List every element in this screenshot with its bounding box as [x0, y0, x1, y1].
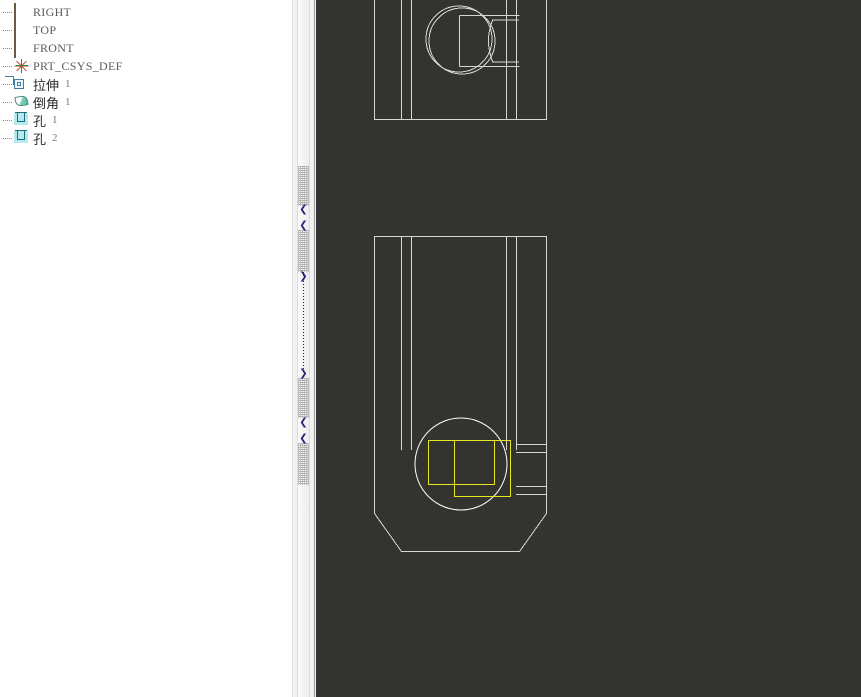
graphics-window[interactable]: 野火论坛 www.proewildfire.cn — [316, 0, 861, 697]
splitter-grip[interactable] — [298, 378, 309, 418]
model-tree-item-label: PRT_CSYS_DEF — [33, 58, 123, 73]
splitter-arrow-icon[interactable]: ❮ — [299, 418, 308, 428]
splitter-arrow-icon[interactable]: ❮ — [299, 205, 308, 215]
model-tree-item-label: 拉伸 — [33, 78, 60, 94]
model-tree-panel: RIGHT TOP FRONT PRT_CSYS_DEF 拉伸 1 倒角 1 孔 1 孔 2 — [0, 0, 292, 697]
tree-connector-line — [2, 39, 14, 57]
model-tree-list: RIGHT TOP FRONT PRT_CSYS_DEF 拉伸 1 倒角 1 孔 1 孔 2 — [0, 0, 292, 148]
tree-connector-line — [2, 129, 14, 147]
tree-connector-line — [2, 111, 14, 129]
datum-plane-icon — [14, 21, 30, 40]
tree-connector-line — [2, 93, 14, 111]
splitter-grip[interactable] — [298, 166, 309, 206]
datum-plane-icon — [14, 3, 30, 22]
tree-connector-line — [2, 3, 14, 21]
model-tree-item-label: RIGHT — [33, 4, 72, 19]
splitter-arrow-icon[interactable]: ❮ — [299, 434, 308, 444]
model-tree-item[interactable]: 孔2 — [0, 129, 292, 148]
model-tree-item[interactable]: 倒角 1 — [0, 93, 292, 112]
model-tree-item-label: 倒角 — [33, 96, 60, 112]
model-tree-item-index: 1 — [65, 96, 71, 108]
extrude-feature-icon — [5, 76, 30, 92]
model-tree-item-label: 孔 — [33, 114, 47, 130]
tree-connector-line — [2, 21, 14, 39]
coordinate-system-icon — [14, 58, 30, 74]
hole-feature-icon — [14, 112, 30, 128]
wireframe-geometry — [374, 0, 547, 552]
top-view-geometry — [374, 0, 547, 120]
datum-plane-icon — [14, 39, 30, 58]
application-window: RIGHT TOP FRONT PRT_CSYS_DEF 拉伸 1 倒角 1 孔 1 孔 2 ❮ ❮ ❯ ❯… — [0, 0, 861, 697]
model-tree-item[interactable]: TOP — [0, 21, 292, 40]
panel-splitter[interactable]: ❮ ❮ ❯ ❯ ❮ ❮ — [292, 0, 316, 697]
model-tree-item-label: FRONT — [33, 40, 74, 55]
splitter-dotted-line — [303, 272, 304, 369]
model-tree-item-index: 2 — [52, 132, 58, 144]
front-view-geometry — [374, 236, 547, 552]
splitter-edge — [314, 0, 315, 697]
model-tree-item-index: 1 — [65, 78, 71, 90]
model-tree-item-label: TOP — [33, 22, 57, 37]
model-tree-item[interactable]: FRONT — [0, 39, 292, 58]
model-tree-item[interactable]: PRT_CSYS_DEF — [0, 57, 292, 75]
model-tree-item[interactable]: RIGHT — [0, 3, 292, 22]
hole-feature-icon — [14, 130, 30, 146]
front-view-highlight-rect-b — [454, 440, 511, 497]
tree-connector-line — [2, 57, 14, 75]
splitter-grip[interactable] — [298, 443, 309, 485]
model-tree-item-label: 孔 — [33, 132, 47, 148]
front-view-highlight-rect-a — [428, 440, 495, 485]
chamfer-feature-icon — [14, 94, 30, 110]
model-tree-item[interactable]: 孔1 — [0, 111, 292, 130]
splitter-grip[interactable] — [298, 230, 309, 272]
splitter-arrow-icon[interactable]: ❮ — [299, 221, 308, 231]
model-tree-item[interactable]: 拉伸 1 — [0, 75, 292, 94]
splitter-arrow-icon[interactable]: ❯ — [299, 272, 308, 282]
splitter-arrow-icon[interactable]: ❯ — [299, 369, 308, 379]
model-tree-item-index: 1 — [52, 114, 58, 126]
